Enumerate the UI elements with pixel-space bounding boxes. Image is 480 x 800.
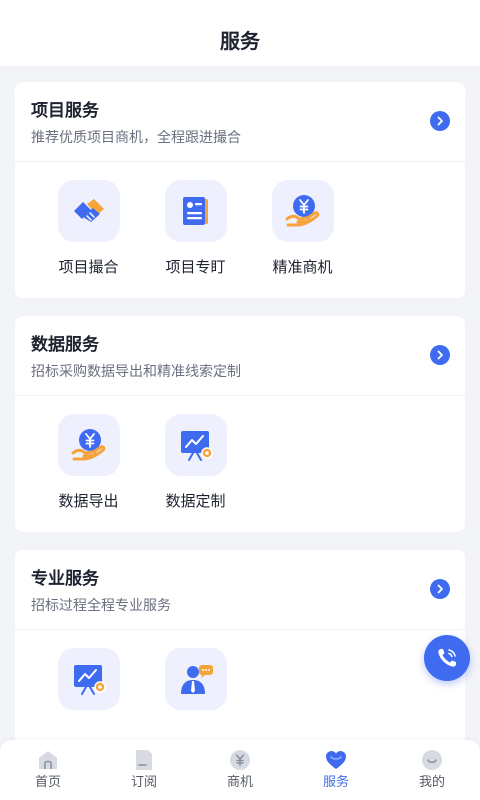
section-project-service: 项目服务 推荐优质项目商机，全程跟进撮合 项目撮合 项目专盯 精准商机 — [15, 82, 465, 298]
handshake-icon — [57, 180, 120, 242]
tab-opportunities[interactable]: 商机 — [192, 740, 288, 800]
yuan-hand-icon — [57, 414, 120, 476]
consultant-icon — [164, 648, 227, 710]
tab-profile[interactable]: 我的 — [384, 740, 480, 800]
chart-board-icon — [164, 414, 227, 476]
tab-label: 订阅 — [130, 774, 157, 789]
chevron-right-icon[interactable] — [430, 579, 450, 599]
service-item-label: 数据导出 — [58, 493, 119, 510]
chevron-right-icon[interactable] — [430, 345, 450, 365]
page-title: 服务 — [220, 31, 260, 53]
header: 服务 — [0, 0, 480, 66]
yuan-hand-icon — [271, 180, 334, 242]
service-item-label: 项目专盯 — [165, 259, 226, 276]
tab-label: 我的 — [418, 774, 445, 789]
tab-label: 服务 — [322, 774, 349, 789]
tab-label: 首页 — [34, 774, 61, 789]
section-header[interactable]: 项目服务 推荐优质项目商机，全程跟进撮合 — [15, 82, 465, 162]
service-item-label: 项目撮合 — [58, 259, 119, 276]
section-header[interactable]: 数据服务 招标采购数据导出和精准线索定制 — [15, 316, 465, 396]
tab-home[interactable]: 首页 — [0, 740, 96, 800]
tab-label: 商机 — [226, 774, 253, 789]
service-item-precise-leads[interactable]: 精准商机 — [249, 180, 356, 278]
section-professional-service: 专业服务 招标过程全程专业服务 — [15, 550, 465, 740]
tab-services[interactable]: 服务 — [288, 740, 384, 800]
service-item-project-matching[interactable]: 项目撮合 — [35, 180, 142, 278]
service-item-label: 精准商机 — [272, 259, 333, 276]
tab-subscribe[interactable]: 订阅 — [96, 740, 192, 800]
service-item-data-customization[interactable]: 数据定制 — [142, 414, 249, 512]
document-icon — [164, 180, 227, 242]
section-title: 专业服务 — [31, 569, 99, 588]
service-item-professional-2[interactable] — [142, 648, 249, 726]
content: 项目服务 推荐优质项目商机，全程跟进撮合 项目撮合 项目专盯 精准商机 数据服务… — [0, 66, 480, 740]
section-title: 数据服务 — [31, 335, 99, 354]
service-item-data-export[interactable]: 数据导出 — [35, 414, 142, 512]
section-subtitle: 招标采购数据导出和精准线索定制 — [31, 363, 241, 379]
section-title: 项目服务 — [31, 101, 99, 120]
bottom-tab-bar: 首页 订阅 商机 服务 我的 — [0, 740, 480, 800]
section-header[interactable]: 专业服务 招标过程全程专业服务 — [15, 550, 465, 630]
service-item-project-tracking[interactable]: 项目专盯 — [142, 180, 249, 278]
home-icon — [39, 751, 57, 769]
section-subtitle: 招标过程全程专业服务 — [31, 597, 171, 613]
chevron-right-icon[interactable] — [430, 111, 450, 131]
subscribe-icon — [136, 750, 152, 770]
service-item-professional-1[interactable] — [35, 648, 142, 726]
profile-icon — [422, 750, 442, 770]
yuan-coin-icon — [230, 750, 250, 770]
section-data-service: 数据服务 招标采购数据导出和精准线索定制 数据导出 数据定制 — [15, 316, 465, 532]
phone-icon — [438, 649, 456, 667]
service-item-label: 数据定制 — [165, 493, 226, 510]
customer-service-call-button[interactable] — [424, 635, 470, 681]
chart-board-icon — [57, 648, 120, 710]
section-subtitle: 推荐优质项目商机，全程跟进撮合 — [31, 129, 241, 145]
heart-icon — [326, 751, 346, 769]
